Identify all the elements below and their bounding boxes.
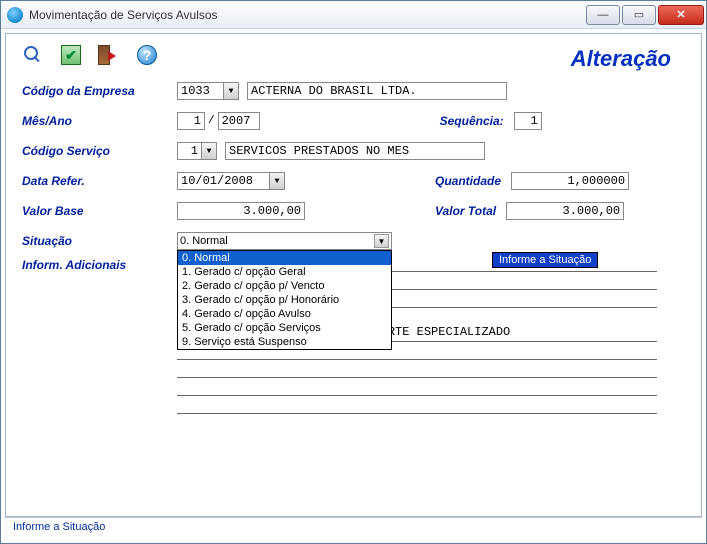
label-codigo-servico: Código Serviço xyxy=(22,144,177,158)
mes-field[interactable] xyxy=(177,112,205,130)
help-icon: ? xyxy=(137,45,157,65)
chevron-down-icon: ▼ xyxy=(201,143,216,159)
data-refer-combo[interactable]: 10/01/2008 ▼ xyxy=(177,172,285,190)
label-situacao: Situação xyxy=(22,234,177,248)
codigo-empresa-combo[interactable]: 1033 ▼ xyxy=(177,82,239,100)
info-line[interactable] xyxy=(177,378,657,396)
label-data-refer: Data Refer. xyxy=(22,174,177,188)
toolbar: ✔ ? Alteração xyxy=(16,40,691,78)
form: Código da Empresa 1033 ▼ Mês/Ano / Sequê… xyxy=(16,78,691,430)
close-button[interactable]: ✕ xyxy=(658,5,704,25)
situacao-dropdown[interactable]: 0. Normal1. Gerado c/ opção Geral2. Gera… xyxy=(177,250,392,350)
minimize-button[interactable]: — xyxy=(586,5,620,25)
chevron-down-icon: ▼ xyxy=(374,234,389,248)
info-line[interactable] xyxy=(177,396,657,414)
help-button[interactable]: ? xyxy=(134,42,160,68)
label-quantidade: Quantidade xyxy=(435,174,501,188)
situacao-selected: 0. Normal xyxy=(180,235,228,247)
confirm-button[interactable]: ✔ xyxy=(58,42,84,68)
chevron-down-icon: ▼ xyxy=(269,173,284,189)
content-panel: ✔ ? Alteração Código da Empresa 1033 ▼ M… xyxy=(5,33,702,517)
statusbar: Informe a Situação xyxy=(5,517,702,539)
situacao-option[interactable]: 5. Gerado c/ opção Serviços xyxy=(178,321,391,335)
window-title: Movimentação de Serviços Avulsos xyxy=(29,8,584,22)
valor-total-field[interactable] xyxy=(506,202,624,220)
servico-nome-field[interactable] xyxy=(225,142,485,160)
situacao-option[interactable]: 3. Gerado c/ opção p/ Honorário xyxy=(178,293,391,307)
label-sequencia: Sequência: xyxy=(440,114,504,128)
search-icon xyxy=(23,45,43,65)
app-window: Movimentação de Serviços Avulsos — ▭ ✕ ✔… xyxy=(0,0,707,544)
quantidade-field[interactable] xyxy=(511,172,629,190)
data-refer-value: 10/01/2008 xyxy=(181,174,253,188)
codigo-servico-combo[interactable]: 1 ▼ xyxy=(177,142,217,160)
exit-button[interactable] xyxy=(96,42,122,68)
hint-tooltip: Informe a Situação xyxy=(492,252,598,268)
valor-base-field[interactable] xyxy=(177,202,305,220)
label-codigo-empresa: Código da Empresa xyxy=(22,84,177,98)
sequencia-field[interactable] xyxy=(514,112,542,130)
check-icon: ✔ xyxy=(61,45,81,65)
label-valor-total: Valor Total xyxy=(435,204,496,218)
situacao-option[interactable]: 0. Normal xyxy=(178,251,391,265)
situacao-option[interactable]: 4. Gerado c/ opção Avulso xyxy=(178,307,391,321)
mes-ano-sep: / xyxy=(208,115,215,127)
exit-icon xyxy=(98,45,120,65)
info-line[interactable] xyxy=(177,360,657,378)
situacao-select[interactable]: 0. Normal ▼ xyxy=(177,232,392,250)
empresa-nome-field[interactable] xyxy=(247,82,507,100)
situacao-option[interactable]: 2. Gerado c/ opção p/ Vencto xyxy=(178,279,391,293)
search-button[interactable] xyxy=(20,42,46,68)
label-mes-ano: Mês/Ano xyxy=(22,114,177,128)
label-valor-base: Valor Base xyxy=(22,204,177,218)
situacao-option[interactable]: 1. Gerado c/ opção Geral xyxy=(178,265,391,279)
label-inform-adicionais: Inform. Adicionais xyxy=(22,254,177,272)
app-icon xyxy=(7,7,23,23)
page-mode-title: Alteração xyxy=(571,46,671,72)
chevron-down-icon: ▼ xyxy=(223,83,238,99)
codigo-empresa-value: 1033 xyxy=(181,84,210,98)
situacao-option[interactable]: 9. Serviço está Suspenso xyxy=(178,335,391,349)
ano-field[interactable] xyxy=(218,112,260,130)
maximize-button[interactable]: ▭ xyxy=(622,5,656,25)
titlebar: Movimentação de Serviços Avulsos — ▭ ✕ xyxy=(1,1,706,29)
codigo-servico-value: 1 xyxy=(181,144,200,158)
